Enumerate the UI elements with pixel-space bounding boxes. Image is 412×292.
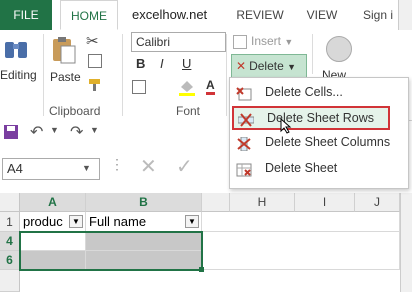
cell-empty[interactable] xyxy=(202,212,400,232)
binoculars-icon[interactable] xyxy=(3,36,41,68)
delete-dropdown-menu: Delete Cells... Delete Sheet Rows Delete… xyxy=(229,77,409,189)
delete-label: Delete xyxy=(249,59,284,73)
editing-button[interactable]: Editing xyxy=(0,68,37,82)
menu-item-label: Delete Cells... xyxy=(265,85,343,99)
delete-sheet-icon xyxy=(236,161,252,177)
font-color-icon[interactable]: A xyxy=(206,78,215,95)
cell-text: Full name xyxy=(89,214,147,229)
delete-icon: ✕ xyxy=(236,59,247,73)
cell-text: produc xyxy=(23,214,63,229)
tab-view[interactable]: VIEW xyxy=(300,0,344,30)
column-header-h[interactable]: H xyxy=(230,193,295,212)
undo-icon[interactable]: ↶ xyxy=(30,122,43,142)
font-group-label: Font xyxy=(176,104,201,118)
chevron-down-icon[interactable]: ▼ xyxy=(50,125,59,135)
delete-columns-icon xyxy=(236,135,252,152)
insert-label: Insert xyxy=(251,34,282,48)
cell-b1[interactable]: Full name ▼ xyxy=(86,212,202,232)
chevron-down-icon[interactable]: ▼ xyxy=(90,125,99,135)
vertical-scrollbar[interactable] xyxy=(400,193,412,292)
row-header-1[interactable]: 1 xyxy=(0,212,20,232)
menu-item-delete-sheet[interactable]: Delete Sheet xyxy=(230,156,408,180)
ribbon-tab-bar: FILE HOME excelhow.net REVIEW VIEW Sign … xyxy=(0,0,412,31)
clipboard-group-label: Clipboard xyxy=(49,104,101,118)
paste-icon[interactable] xyxy=(50,36,80,68)
menu-item-label: Delete Sheet Columns xyxy=(265,135,391,149)
row-header-4[interactable]: 4 xyxy=(0,232,20,251)
delete-button[interactable]: ✕ Delete ▼ xyxy=(231,54,307,78)
cut-icon[interactable]: ✂ xyxy=(86,32,99,50)
tab-review[interactable]: REVIEW xyxy=(232,0,288,30)
cancel-icon[interactable]: ✕ xyxy=(140,154,157,179)
paste-button[interactable]: Paste xyxy=(50,70,81,84)
delete-rows-icon xyxy=(237,111,255,127)
column-header-i[interactable]: I xyxy=(295,193,355,212)
enter-icon[interactable]: ✓ xyxy=(176,154,193,179)
group-divider xyxy=(312,34,313,74)
group-divider xyxy=(122,34,123,116)
row-header-6[interactable]: 6 xyxy=(0,251,20,270)
borders-icon[interactable] xyxy=(132,80,146,94)
selection-border xyxy=(19,231,203,271)
group-divider xyxy=(226,34,227,116)
filter-icon[interactable]: ▼ xyxy=(69,215,83,228)
column-header-j[interactable]: J xyxy=(355,193,400,212)
select-all-corner[interactable] xyxy=(0,193,20,212)
copy-icon[interactable] xyxy=(88,54,102,68)
group-divider xyxy=(43,34,44,116)
insert-button[interactable]: Insert ▼ xyxy=(233,34,293,49)
row-header-empty[interactable] xyxy=(0,270,20,292)
underline-button[interactable]: U xyxy=(182,56,191,71)
font-name-box[interactable]: Calibri xyxy=(131,32,226,52)
quick-access-toolbar: ↶ ▼ ↷ ▼ xyxy=(0,120,240,148)
redo-icon[interactable]: ↷ xyxy=(70,122,83,142)
column-header-a[interactable]: A xyxy=(20,193,86,212)
fill-color-icon[interactable] xyxy=(178,78,196,99)
format-painter-icon[interactable] xyxy=(88,78,102,91)
delete-cells-icon xyxy=(236,85,252,101)
scrollbar[interactable] xyxy=(398,0,412,30)
save-icon[interactable] xyxy=(4,125,18,142)
filter-icon[interactable]: ▼ xyxy=(185,215,199,228)
fill-handle[interactable] xyxy=(199,267,204,272)
chevron-down-icon: ▼ xyxy=(287,62,297,72)
document-title: excelhow.net xyxy=(132,7,208,22)
menu-item-delete-sheet-columns[interactable]: Delete Sheet Columns xyxy=(230,130,408,154)
new-style-icon[interactable] xyxy=(326,36,352,62)
menu-item-delete-sheet-rows[interactable]: Delete Sheet Rows xyxy=(232,106,390,130)
insert-icon xyxy=(233,34,247,49)
chevron-down-icon[interactable]: ▼ xyxy=(82,163,91,173)
cell-a1[interactable]: produc ▼ xyxy=(20,212,86,232)
column-header-gap[interactable] xyxy=(202,193,230,212)
menu-item-label: Delete Sheet xyxy=(265,161,338,175)
italic-button[interactable]: I xyxy=(160,56,164,71)
cell-empty[interactable] xyxy=(202,232,400,270)
bold-button[interactable]: B xyxy=(136,56,145,71)
tab-file[interactable]: FILE xyxy=(0,0,52,30)
menu-item-delete-cells[interactable]: Delete Cells... xyxy=(230,80,408,104)
tab-home[interactable]: HOME xyxy=(60,0,118,30)
chevron-down-icon: ▼ xyxy=(284,37,294,47)
column-header-b[interactable]: B xyxy=(86,193,202,212)
more-icon: ⋮ xyxy=(110,156,124,172)
sign-in-link[interactable]: Sign i xyxy=(358,0,398,30)
